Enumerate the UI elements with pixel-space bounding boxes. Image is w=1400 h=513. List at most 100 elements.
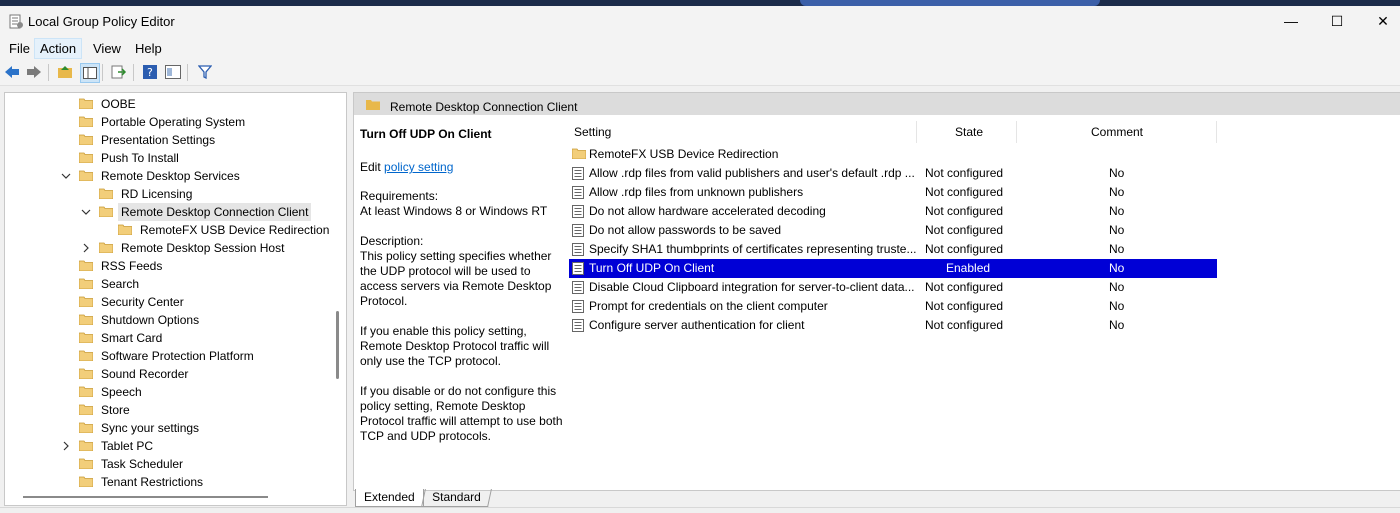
tree-item-label: OOBE bbox=[101, 97, 136, 111]
folder-icon bbox=[79, 368, 93, 379]
description-paragraph-3: If you disable or do not configure this … bbox=[360, 384, 563, 443]
policy-setting-name: Specify SHA1 thumbprints of certificates… bbox=[589, 242, 917, 256]
menu-file[interactable]: File bbox=[4, 39, 35, 58]
tree-item-label: Shutdown Options bbox=[101, 313, 200, 327]
policy-setting-name: Allow .rdp files from unknown publishers bbox=[589, 185, 804, 199]
status-bar bbox=[0, 507, 1400, 513]
edit-policy-setting-link[interactable]: policy setting bbox=[384, 160, 453, 174]
help-icon[interactable]: ? bbox=[141, 63, 159, 81]
menu-view[interactable]: View bbox=[88, 39, 126, 58]
tree-item-label: Tenant Restrictions bbox=[101, 475, 204, 489]
policy-row[interactable]: Allow .rdp files from unknown publishers… bbox=[569, 183, 1217, 202]
folder-icon bbox=[79, 386, 93, 397]
folder-icon bbox=[79, 116, 93, 127]
tree-item-label: Software Protection Platform bbox=[101, 349, 254, 363]
toolbar: ? bbox=[0, 59, 1400, 86]
requirements-label: Requirements: bbox=[360, 189, 439, 203]
folder-icon bbox=[79, 134, 93, 145]
console-tree[interactable]: OOBE Portable Operating System Presentatio… bbox=[4, 92, 347, 506]
policy-comment: No bbox=[1109, 318, 1125, 332]
forward-arrow-icon[interactable] bbox=[25, 63, 43, 81]
tree-item-label: RSS Feeds bbox=[101, 259, 163, 273]
tree-item-label: Speech bbox=[101, 385, 142, 399]
policy-state: Not configured bbox=[925, 242, 1004, 256]
folder-icon bbox=[79, 422, 93, 433]
folder-icon bbox=[79, 98, 93, 109]
svg-text:?: ? bbox=[147, 66, 153, 79]
export-list-icon[interactable] bbox=[110, 63, 128, 81]
details-pane: Remote Desktop Connection Client Turn Of… bbox=[353, 92, 1400, 491]
tree-item-label: Push To Install bbox=[101, 151, 179, 165]
tree-item-label: RemoteFX USB Device Redirection bbox=[140, 223, 330, 237]
menu-help[interactable]: Help bbox=[130, 39, 167, 58]
requirements-value: At least Windows 8 or Windows RT bbox=[360, 204, 548, 218]
folder-icon bbox=[79, 350, 93, 361]
policy-comment: No bbox=[1109, 280, 1125, 294]
policy-setting-icon bbox=[572, 167, 584, 180]
policy-setting-name: Disable Cloud Clipboard integration for … bbox=[589, 280, 915, 294]
minimize-button[interactable]: — bbox=[1268, 6, 1314, 36]
list-folder-row[interactable]: RemoteFX USB Device Redirection bbox=[569, 145, 1217, 164]
tab-standard[interactable]: Standard bbox=[421, 489, 492, 507]
close-button[interactable]: ✕ bbox=[1360, 6, 1400, 36]
policy-state: Not configured bbox=[925, 299, 1004, 313]
column-header-comment[interactable]: Comment bbox=[1091, 125, 1143, 139]
chevron-right-icon[interactable] bbox=[61, 441, 71, 451]
folder-icon bbox=[79, 440, 93, 451]
description-label: Description: bbox=[360, 234, 424, 248]
tree-item-label: Sound Recorder bbox=[101, 367, 189, 381]
policy-row[interactable]: Turn Off UDP On Client Enabled No bbox=[569, 259, 1217, 278]
tab-extended[interactable]: Extended bbox=[355, 489, 424, 507]
column-header-state[interactable]: State bbox=[955, 125, 983, 139]
policy-row[interactable]: Allow .rdp files from valid publishers a… bbox=[569, 164, 1217, 183]
policy-row[interactable]: Specify SHA1 thumbprints of certificates… bbox=[569, 240, 1217, 259]
folder-icon bbox=[118, 224, 132, 235]
tree-item-label: Portable Operating System bbox=[101, 115, 246, 129]
folder-icon bbox=[572, 148, 586, 159]
tree-horizontal-scrollbar[interactable] bbox=[23, 496, 268, 498]
policy-row[interactable]: Do not allow passwords to be saved Not co… bbox=[569, 221, 1217, 240]
back-arrow-icon[interactable] bbox=[3, 63, 21, 81]
column-header-setting[interactable]: Setting bbox=[574, 125, 611, 139]
policy-setting-icon bbox=[572, 281, 584, 294]
folder-icon bbox=[99, 188, 113, 199]
maximize-button[interactable]: ☐ bbox=[1314, 6, 1360, 36]
policy-setting-icon bbox=[572, 186, 584, 199]
policy-row[interactable]: Configure server authentication for clie… bbox=[569, 316, 1217, 335]
policy-setting-icon bbox=[572, 319, 584, 332]
folder-icon bbox=[99, 242, 113, 253]
chevron-down-icon[interactable] bbox=[61, 171, 71, 181]
up-folder-icon[interactable] bbox=[56, 63, 74, 81]
tree-item-label: Task Scheduler bbox=[101, 457, 184, 471]
policy-comment: No bbox=[1109, 299, 1125, 313]
tree-vertical-scrollbar[interactable] bbox=[336, 311, 339, 379]
policy-setting-icon bbox=[572, 224, 584, 237]
menu-action[interactable]: Action bbox=[34, 38, 83, 59]
properties-icon[interactable] bbox=[164, 63, 182, 81]
policy-setting-icon bbox=[572, 300, 584, 313]
policy-row[interactable]: Prompt for credentials on the client com… bbox=[569, 297, 1217, 316]
tree-item-label: RD Licensing bbox=[121, 187, 193, 201]
policy-state: Not configured bbox=[925, 185, 1004, 199]
folder-icon bbox=[79, 152, 93, 163]
policy-setting-name: Prompt for credentials on the client com… bbox=[589, 299, 828, 313]
filter-icon[interactable] bbox=[196, 63, 214, 81]
tree-item-label: Smart Card bbox=[101, 331, 163, 345]
folder-icon bbox=[79, 260, 93, 271]
policy-comment: No bbox=[1109, 204, 1125, 218]
policy-setting-name: Turn Off UDP On Client bbox=[589, 261, 715, 275]
show-hide-console-tree-icon[interactable] bbox=[80, 63, 100, 83]
policy-state: Not configured bbox=[925, 223, 1004, 237]
policy-setting-icon bbox=[572, 243, 584, 256]
tree-item-label: Search bbox=[101, 277, 140, 291]
policy-row[interactable]: Disable Cloud Clipboard integration for … bbox=[569, 278, 1217, 297]
policy-setting-icon bbox=[572, 205, 584, 218]
policy-row[interactable]: Do not allow hardware accelerated decodi… bbox=[569, 202, 1217, 221]
chevron-down-icon[interactable] bbox=[81, 207, 91, 217]
folder-icon bbox=[366, 100, 380, 110]
menu-bar: File Action View Help bbox=[0, 36, 1400, 59]
chevron-right-icon[interactable] bbox=[81, 243, 91, 253]
policy-state: Not configured bbox=[925, 318, 1004, 332]
title-bar: Local Group Policy Editor — ☐ ✕ bbox=[0, 6, 1400, 36]
tab-standard-label: Standard bbox=[432, 490, 481, 504]
